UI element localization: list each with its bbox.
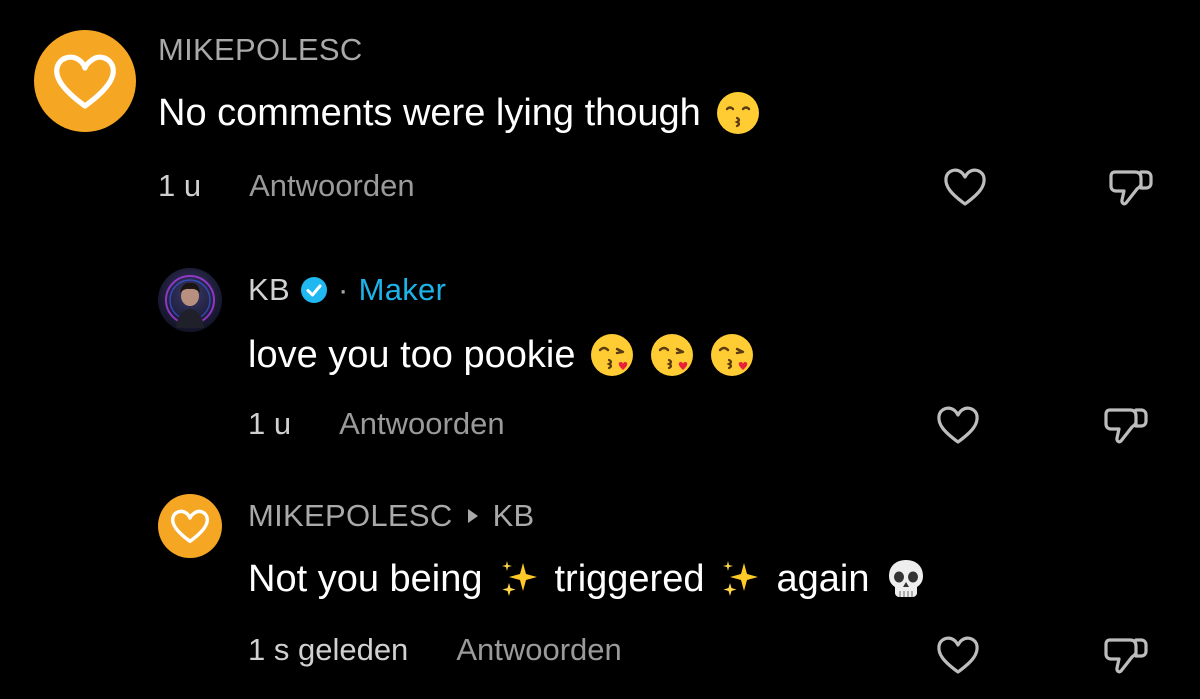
kiss-emoji bbox=[711, 334, 754, 376]
reply-button[interactable]: Antwoorden bbox=[456, 632, 621, 668]
comment-text-part: again bbox=[776, 557, 870, 600]
dislike-icon[interactable] bbox=[1100, 630, 1150, 680]
sparkles-emoji bbox=[723, 561, 759, 596]
comment-text: No comments were lying though bbox=[158, 90, 761, 136]
username-label[interactable]: KB bbox=[248, 272, 290, 308]
avatar[interactable] bbox=[158, 268, 222, 332]
username-label[interactable]: MIKEPOLESC bbox=[248, 498, 453, 534]
username-label[interactable]: MIKEPOLESC bbox=[158, 32, 363, 68]
timestamp: 1 s geleden bbox=[248, 632, 409, 667]
reply-to-username[interactable]: KB bbox=[493, 498, 535, 534]
dislike-icon[interactable] bbox=[1105, 162, 1155, 212]
comment-text: love you too pookie bbox=[248, 332, 755, 378]
like-heart-icon[interactable] bbox=[940, 162, 990, 212]
dislike-icon[interactable] bbox=[1100, 400, 1150, 450]
comment-text-part: Not you being bbox=[248, 557, 483, 600]
kiss-emoji bbox=[591, 334, 634, 376]
username[interactable]: KB · Maker bbox=[248, 272, 446, 308]
skull-emoji bbox=[889, 560, 924, 597]
reply-arrow-icon bbox=[467, 509, 478, 523]
comment-text: Not you being triggered again bbox=[248, 556, 929, 602]
profile-photo-icon bbox=[165, 275, 215, 328]
username[interactable]: MIKEPOLESC bbox=[158, 32, 363, 68]
comment-text-part: triggered bbox=[554, 557, 705, 600]
comment-text-content: love you too pookie bbox=[248, 333, 576, 376]
timestamp: 1 u bbox=[248, 406, 292, 441]
kiss-emoji bbox=[651, 334, 694, 376]
comment-meta: 1 s geleden Antwoorden bbox=[248, 632, 622, 668]
comment-text-content: No comments were lying though bbox=[158, 91, 701, 134]
comment-meta: 1 u Antwoorden bbox=[248, 406, 505, 442]
comment-meta: 1 u Antwoorden bbox=[158, 168, 415, 204]
reply-button[interactable]: Antwoorden bbox=[339, 406, 504, 442]
verified-badge-icon bbox=[300, 277, 327, 303]
username[interactable]: MIKEPOLESC KB bbox=[248, 498, 535, 534]
separator: · bbox=[337, 272, 349, 307]
comment-3: MIKEPOLESC KB Not you being triggered ag… bbox=[0, 468, 1200, 699]
heart-outline-icon bbox=[170, 509, 210, 544]
like-heart-icon[interactable] bbox=[933, 400, 983, 450]
creator-badge: Maker bbox=[358, 272, 447, 307]
reply-button[interactable]: Antwoorden bbox=[249, 168, 414, 204]
timestamp: 1 u bbox=[158, 168, 202, 203]
sparkles-emoji bbox=[501, 561, 537, 596]
avatar[interactable] bbox=[158, 494, 222, 558]
kissing-face-emoji bbox=[716, 92, 759, 134]
avatar[interactable] bbox=[34, 30, 136, 132]
like-heart-icon[interactable] bbox=[933, 630, 983, 680]
comment-1: MIKEPOLESC No comments were lying though… bbox=[0, 0, 1200, 230]
heart-outline-icon bbox=[54, 54, 116, 109]
comment-2: KB · Maker love you too pookie 1 u Antwo… bbox=[0, 238, 1200, 468]
